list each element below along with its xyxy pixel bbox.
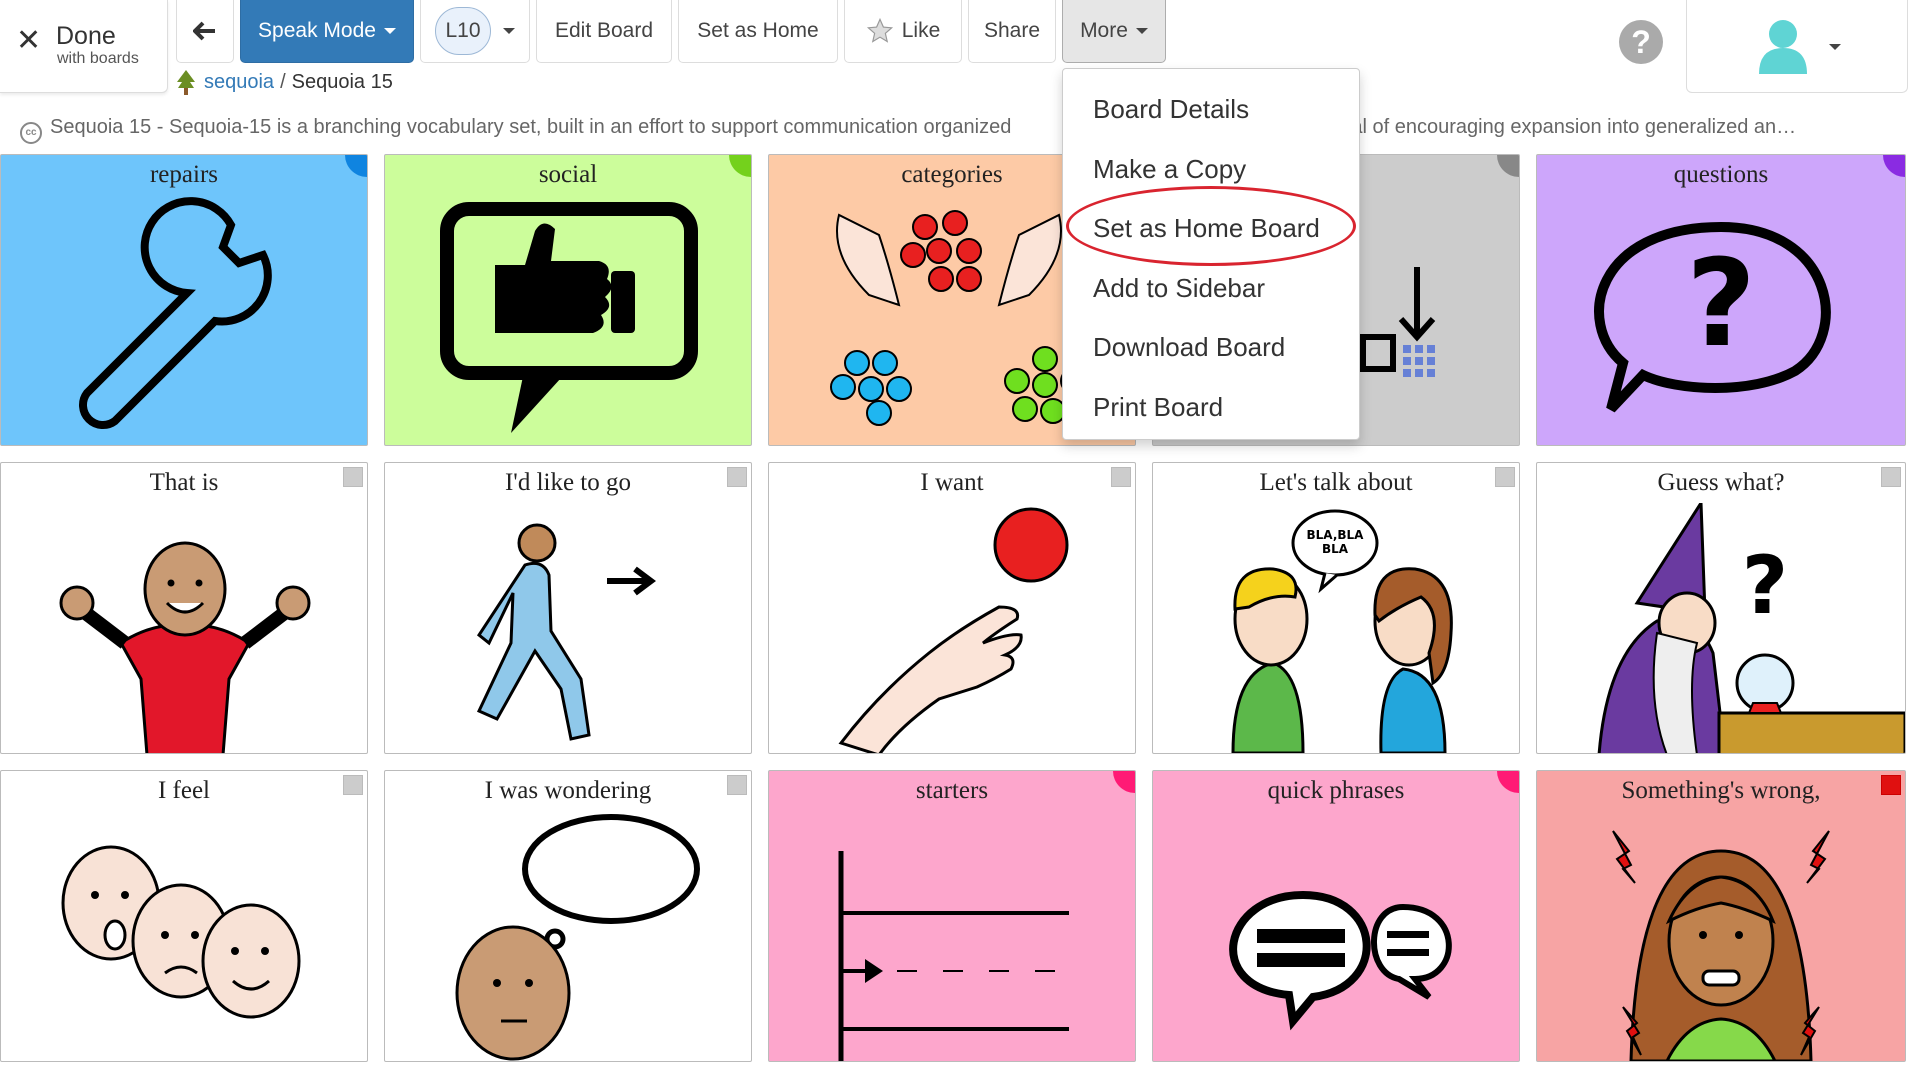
chevron-down-icon [1829, 44, 1841, 50]
person-shrug-icon [59, 541, 311, 753]
edit-board-button[interactable]: Edit Board [536, 0, 672, 63]
speech-bubbles-icon [1229, 890, 1452, 1031]
tile-label: questions [1673, 161, 1769, 188]
tile-corner-marker [343, 775, 363, 795]
tile-label: quick phrases [1267, 777, 1405, 804]
tile-i-want[interactable]: I want [768, 462, 1136, 754]
menu-item-download-board[interactable]: Download Board [1063, 319, 1359, 375]
creative-commons-icon: cc [20, 122, 42, 144]
tile-label: I'd like to go [504, 469, 631, 496]
star-icon [866, 17, 893, 43]
tile-corner-marker [727, 775, 747, 795]
tile-id-like-to-go[interactable]: I'd like to go [384, 462, 752, 754]
like-label: Like [901, 19, 941, 42]
more-label: More [1080, 19, 1128, 42]
tile-label: social [538, 161, 598, 188]
person-walking-icon [476, 523, 656, 741]
breadcrumb-user-link[interactable]: sequoia [204, 71, 274, 94]
board-description-text-end: he goal of encouraging expansion into ge… [1301, 116, 1797, 138]
tile-corner-marker [1881, 467, 1901, 487]
breadcrumb-separator: / [280, 70, 286, 93]
share-button[interactable]: Share [968, 0, 1056, 63]
tile-corner-marker [1881, 775, 1901, 795]
done-sub-label: with boards [57, 50, 139, 67]
tile-starters[interactable]: starters [768, 770, 1136, 1062]
more-button[interactable]: More [1062, 0, 1166, 63]
speak-mode-button[interactable]: Speak Mode [240, 0, 414, 63]
tile-label: I feel [157, 777, 211, 804]
menu-item-make-a-copy[interactable]: Make a Copy [1063, 141, 1359, 197]
close-icon: ✕ [16, 24, 42, 57]
menu-item-board-details[interactable]: Board Details [1063, 81, 1359, 137]
tile-guess-what[interactable]: Guess what? ? [1536, 462, 1906, 754]
tile-somethings-wrong[interactable]: Something's wrong, [1536, 770, 1906, 1062]
starters-lines-icon [838, 851, 1069, 1061]
thumbs-up-speech-icon [440, 202, 698, 433]
tile-lets-talk-about[interactable]: Let's talk about BLA,BLA BLA [1152, 462, 1520, 754]
tile-questions[interactable]: questions ? [1536, 154, 1906, 446]
tile-i-was-wondering[interactable]: I was wondering [384, 770, 752, 1062]
board-description-text: Sequoia 15 - Sequoia-15 is a branching v… [50, 116, 1012, 138]
back-button[interactable] [176, 0, 234, 63]
done-label: Done [56, 22, 116, 50]
chevron-down-icon [383, 28, 396, 34]
thought-bubble-person-icon [455, 814, 700, 1061]
tile-label: Guess what? [1657, 469, 1785, 496]
speak-mode-label: Speak Mode [258, 19, 376, 42]
tile-that-is[interactable]: That is [0, 462, 368, 754]
svg-text:?: ? [1742, 539, 1788, 632]
tile-corner-marker [1111, 467, 1131, 487]
menu-item-add-to-sidebar[interactable]: Add to Sidebar [1063, 260, 1359, 316]
svg-text:?: ? [1686, 235, 1756, 374]
tile-label: That is [149, 469, 219, 496]
tile-label: starters [915, 777, 989, 804]
menu-item-print-board[interactable]: Print Board [1063, 379, 1359, 435]
tile-quick-phrases[interactable]: quick phrases [1152, 770, 1520, 1062]
tile-corner-marker [1495, 467, 1515, 487]
tree-avatar-icon [177, 70, 195, 95]
wizard-crystal-ball-icon: ? [1597, 503, 1905, 753]
like-button[interactable]: Like [844, 0, 962, 63]
tile-corner-marker [343, 467, 363, 487]
distressed-woman-icon [1612, 830, 1830, 1061]
tile-label: Something's wrong, [1621, 777, 1821, 804]
breadcrumb: sequoia / Sequoia 15 [174, 68, 393, 96]
wrench-icon [79, 197, 272, 429]
tile-i-feel[interactable]: I feel [0, 770, 368, 1062]
chevron-down-icon [503, 28, 515, 34]
board-description: cc Sequoia 15 - Sequoia-15 is a branching… [20, 116, 1895, 144]
breadcrumb-board-name: Sequoia 15 [291, 70, 393, 93]
user-menu-button[interactable] [1686, 0, 1908, 93]
help-icon[interactable]: ? [1619, 20, 1663, 64]
more-dropdown-menu: Board Details Make a Copy Set as Home Bo… [1062, 68, 1360, 440]
menu-item-set-as-home-board[interactable]: Set as Home Board [1063, 200, 1359, 256]
tile-social[interactable]: social [384, 154, 752, 446]
level-badge: L10 [435, 7, 491, 55]
chevron-down-icon [1135, 28, 1148, 34]
tile-label: I was wondering [484, 777, 652, 804]
three-faces-icon [61, 845, 301, 1019]
tile-corner-marker [727, 467, 747, 487]
user-avatar-icon [1759, 20, 1807, 74]
top-toolbar: ✕ Done with boards Speak Mode L10 Edit B… [0, 0, 1911, 98]
tile-label: Let's talk about [1259, 469, 1413, 496]
tile-label: I want [920, 469, 984, 496]
done-button[interactable]: ✕ Done with boards [0, 0, 168, 93]
tile-label: repairs [149, 161, 219, 188]
level-selector[interactable]: L10 [420, 0, 530, 63]
tile-repairs[interactable]: repairs [0, 154, 368, 446]
set-as-home-button[interactable]: Set as Home [678, 0, 838, 63]
arrow-left-icon [193, 21, 215, 41]
two-people-talking-icon: BLA,BLA BLA [1231, 509, 1453, 753]
question-bubble-icon: ? [1594, 221, 1831, 413]
hand-reaching-ball-icon [838, 507, 1069, 753]
